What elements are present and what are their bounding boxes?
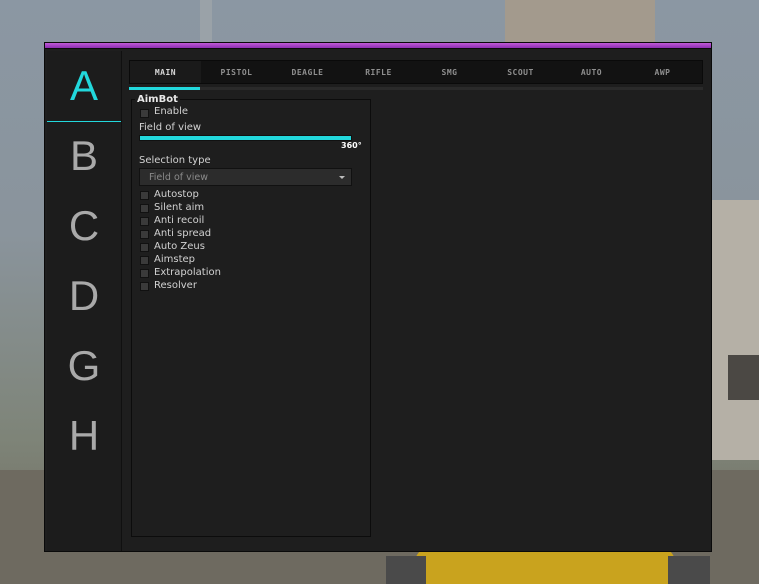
aimbot-group-title: AimBot (135, 94, 180, 105)
tab-active-indicator (129, 87, 200, 90)
sidebar-item-b[interactable]: B (47, 121, 121, 191)
anti-recoil-checkbox[interactable] (140, 217, 149, 226)
menu-title-bar[interactable] (45, 43, 711, 49)
enable-label[interactable]: Enable (154, 106, 188, 117)
anti-spread-checkbox[interactable] (140, 230, 149, 239)
extrapolation-checkbox[interactable] (140, 269, 149, 278)
silent-aim-checkbox[interactable] (140, 204, 149, 213)
sidebar-item-a[interactable]: A (47, 51, 121, 121)
background-building (710, 200, 759, 460)
anti-spread-label[interactable]: Anti spread (154, 228, 211, 239)
selection-type-label: Selection type (139, 155, 211, 166)
enable-checkbox[interactable] (140, 109, 149, 118)
extrapolation-label[interactable]: Extrapolation (154, 267, 221, 278)
aimstep-checkbox[interactable] (140, 256, 149, 265)
sidebar-item-d[interactable]: D (47, 261, 121, 331)
tab-scout[interactable]: SCOUT (485, 61, 556, 83)
background-weapon-right (668, 556, 710, 584)
tab-pistol[interactable]: PISTOL (201, 61, 272, 83)
resolver-checkbox[interactable] (140, 282, 149, 291)
weapon-tab-bar: MAIN PISTOL DEAGLE RIFLE SMG SCOUT AUTO … (129, 60, 703, 84)
sidebar-item-c[interactable]: C (47, 191, 121, 261)
auto-zeus-label[interactable]: Auto Zeus (154, 241, 205, 252)
tab-deagle[interactable]: DEAGLE (272, 61, 343, 83)
cheat-menu-window: A B C D G H MAIN PISTOL DEAGLE RIFLE SMG… (44, 42, 712, 552)
resolver-label[interactable]: Resolver (154, 280, 197, 291)
fov-slider-value: 360° (341, 141, 362, 150)
tab-smg[interactable]: SMG (414, 61, 485, 83)
aimstep-label[interactable]: Aimstep (154, 254, 195, 265)
auto-zeus-checkbox[interactable] (140, 243, 149, 252)
background-player (415, 548, 675, 584)
sidebar-item-g[interactable]: G (47, 331, 121, 401)
anti-recoil-label[interactable]: Anti recoil (154, 215, 204, 226)
tab-main[interactable]: MAIN (130, 61, 201, 83)
fov-slider[interactable] (139, 135, 352, 141)
autostop-checkbox[interactable] (140, 191, 149, 200)
selection-type-dropdown[interactable]: Field of view (139, 168, 352, 186)
silent-aim-label[interactable]: Silent aim (154, 202, 204, 213)
background-window (728, 355, 759, 400)
tab-auto[interactable]: AUTO (556, 61, 627, 83)
fov-label: Field of view (139, 122, 202, 133)
tab-underline-track (129, 87, 703, 90)
tab-rifle[interactable]: RIFLE (343, 61, 414, 83)
selection-type-value: Field of view (149, 172, 208, 183)
background-weapon-left (386, 556, 426, 584)
chevron-down-icon (339, 176, 345, 179)
autostop-label[interactable]: Autostop (154, 189, 199, 200)
category-sidebar: A B C D G H (47, 51, 122, 551)
tab-awp[interactable]: AWP (627, 61, 698, 83)
fov-slider-fill (140, 136, 351, 140)
sidebar-item-h[interactable]: H (47, 401, 121, 471)
